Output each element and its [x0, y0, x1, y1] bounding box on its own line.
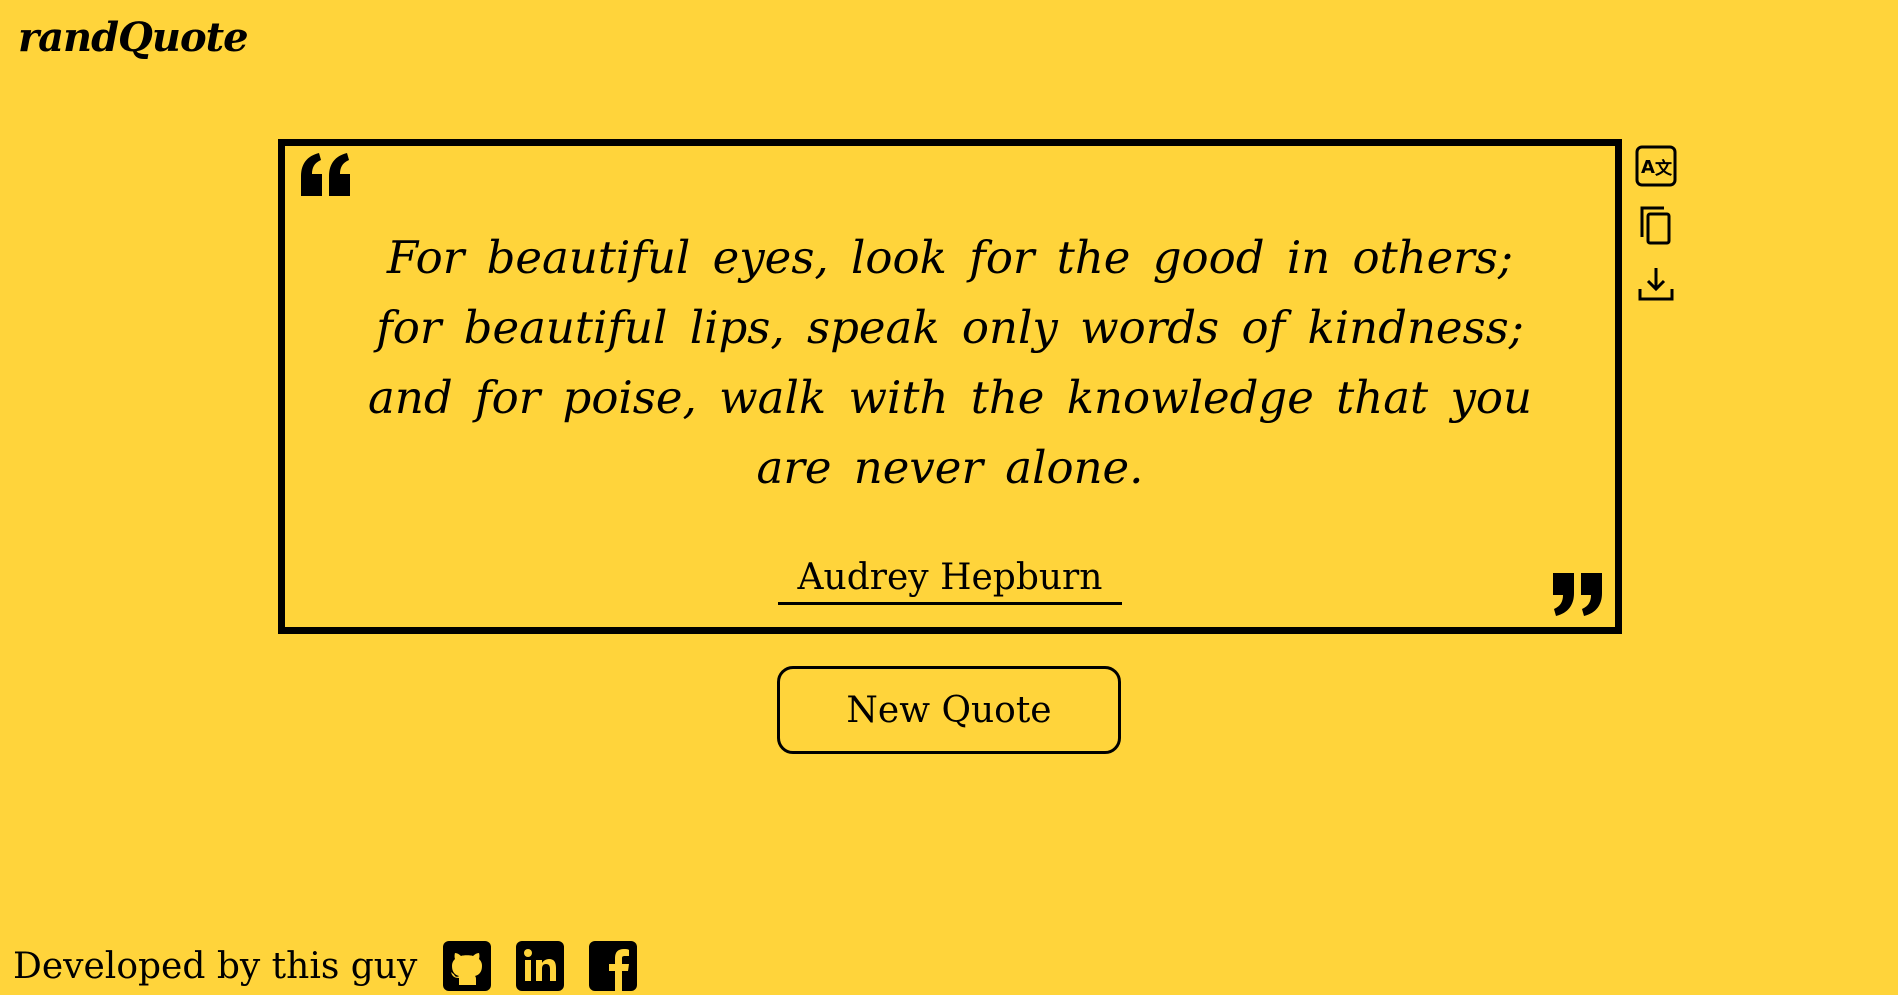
- quote-author-wrapper: Audrey Hepburn: [285, 556, 1615, 605]
- quote-tools: A 文: [1634, 144, 1678, 321]
- svg-text:A: A: [1641, 157, 1655, 178]
- footer: Developed by this guy: [13, 940, 662, 992]
- close-quote-icon: [1553, 573, 1602, 616]
- quote-text: For beautiful eyes, look for the good in…: [368, 231, 1532, 494]
- open-quote-icon: [301, 153, 350, 196]
- new-quote-button[interactable]: New Quote: [777, 666, 1121, 754]
- linkedin-icon: [516, 941, 565, 991]
- app-logo[interactable]: randQuote: [18, 14, 249, 61]
- svg-text:文: 文: [1655, 158, 1673, 179]
- copy-button[interactable]: [1634, 203, 1678, 247]
- quote-card: For beautiful eyes, look for the good in…: [278, 139, 1622, 634]
- download-button[interactable]: [1634, 262, 1678, 306]
- facebook-icon: [589, 941, 638, 991]
- github-icon: [443, 941, 492, 991]
- translate-icon: A 文: [1635, 145, 1677, 187]
- linkedin-link[interactable]: [516, 941, 565, 991]
- footer-credit-text: Developed by this guy: [13, 945, 418, 987]
- download-icon: [1638, 268, 1674, 301]
- facebook-link[interactable]: [589, 941, 638, 991]
- github-link[interactable]: [443, 941, 492, 991]
- quote-author[interactable]: Audrey Hepburn: [777, 556, 1123, 605]
- translate-button[interactable]: A 文: [1634, 144, 1678, 188]
- copy-icon: [1640, 206, 1671, 245]
